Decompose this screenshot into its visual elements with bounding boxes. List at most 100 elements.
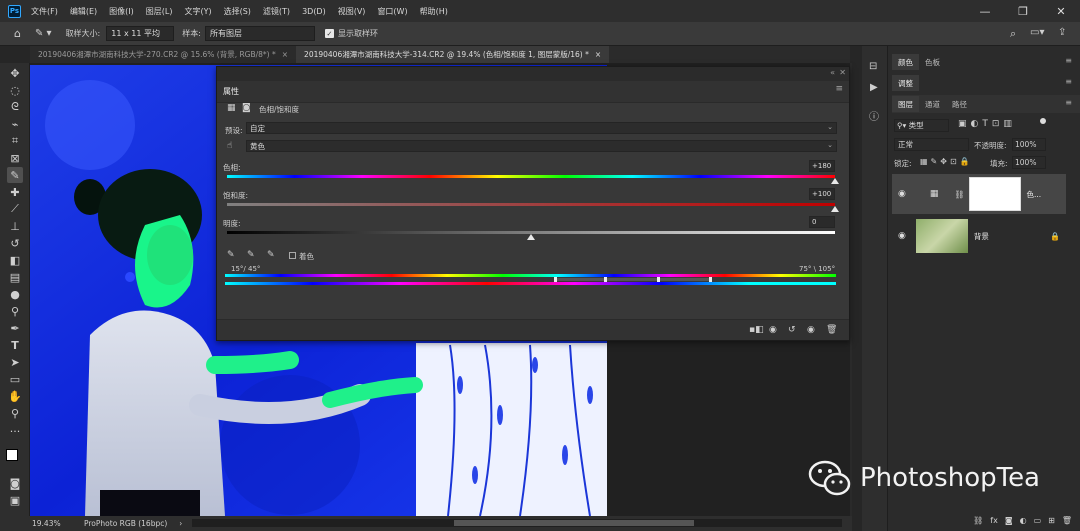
visibility-eye-icon[interactable]: ◉ bbox=[898, 231, 906, 241]
tab-close-icon[interactable]: × bbox=[282, 50, 288, 59]
channel-select[interactable]: 黄色 ⌄ bbox=[246, 140, 837, 152]
targeted-adjust-hand-icon[interactable]: ☝ bbox=[227, 141, 232, 151]
visibility-eye-icon[interactable]: ◉ bbox=[898, 189, 906, 199]
path-select-tool-icon[interactable]: ➤ bbox=[7, 354, 23, 370]
lightness-value-field[interactable]: 0 bbox=[809, 216, 835, 228]
fill-field[interactable]: 100% bbox=[1012, 156, 1046, 169]
hue-slider[interactable] bbox=[227, 175, 839, 184]
brush-tool-icon[interactable]: ⟋ bbox=[7, 201, 23, 217]
view-previous-icon[interactable]: ◉ bbox=[769, 325, 777, 335]
menu-layer[interactable]: 图层(L) bbox=[146, 6, 173, 17]
delete-layer-icon[interactable]: 🗑 bbox=[1062, 516, 1072, 525]
saturation-value-field[interactable]: +100 bbox=[809, 188, 835, 200]
menu-3d[interactable]: 3D(D) bbox=[302, 7, 326, 16]
menu-select[interactable]: 选择(S) bbox=[224, 6, 251, 17]
tab-adjustments[interactable]: 调整 bbox=[892, 75, 919, 91]
lasso-tool-icon[interactable]: ᘓ bbox=[7, 99, 23, 115]
lightness-slider-thumb[interactable] bbox=[527, 234, 535, 240]
foreground-color-swatch[interactable] bbox=[6, 449, 18, 461]
preset-select[interactable]: 自定 ⌄ bbox=[246, 122, 837, 134]
opacity-field[interactable]: 100% bbox=[1012, 138, 1046, 151]
home-icon[interactable]: ⌂ bbox=[14, 27, 21, 40]
pen-tool-icon[interactable]: ✒ bbox=[7, 320, 23, 336]
lightness-slider[interactable] bbox=[227, 231, 835, 240]
sample-select[interactable]: 所有图层 bbox=[204, 26, 315, 41]
tab-close-icon[interactable]: × bbox=[595, 50, 601, 59]
range-slider[interactable] bbox=[554, 277, 712, 282]
layer-name[interactable]: 背景 bbox=[974, 231, 989, 242]
panel-menu-icon[interactable]: ≡ bbox=[835, 84, 843, 94]
new-layer-icon[interactable]: ⊞ bbox=[1048, 516, 1055, 525]
new-adjustment-icon[interactable]: ◐ bbox=[1020, 516, 1027, 525]
layer-filter-icons[interactable]: ▣◐T⊡▥ bbox=[958, 119, 1016, 129]
layer-thumbnail[interactable] bbox=[915, 219, 968, 253]
panel-menu-icon[interactable]: ≡ bbox=[1065, 98, 1072, 107]
menu-view[interactable]: 视图(V) bbox=[338, 6, 366, 17]
tab-document-270[interactable]: 20190406湘潭市湖南科技大学-270.CR2 @ 15.6% (背景, R… bbox=[30, 46, 296, 63]
blend-mode-select[interactable]: 正常 bbox=[894, 138, 969, 151]
layer-mask-thumbnail[interactable] bbox=[968, 177, 1021, 211]
search-icon[interactable]: ⌕ bbox=[1010, 27, 1016, 41]
tab-color[interactable]: 颜色 bbox=[892, 54, 919, 70]
mask-icon[interactable]: ◙ bbox=[242, 103, 251, 113]
tab-channels[interactable]: 通道 bbox=[919, 96, 946, 112]
menu-window[interactable]: 窗口(W) bbox=[377, 6, 407, 17]
menu-type[interactable]: 文字(Y) bbox=[184, 6, 211, 17]
frame-tool-icon[interactable]: ⊠ bbox=[7, 150, 23, 166]
new-group-icon[interactable]: ▭ bbox=[1034, 516, 1042, 525]
menu-help[interactable]: 帮助(H) bbox=[420, 6, 448, 17]
tab-swatches[interactable]: 色板 bbox=[919, 54, 946, 70]
menu-image[interactable]: 图像(I) bbox=[109, 6, 134, 17]
link-layers-icon[interactable]: ⛓ bbox=[973, 516, 983, 525]
sample-size-select[interactable]: 11 x 11 平均 bbox=[106, 26, 175, 41]
hue-value-field[interactable]: +180 bbox=[809, 160, 835, 172]
eyedropper-icon[interactable]: ✎ bbox=[227, 250, 235, 260]
tab-layers[interactable]: 图层 bbox=[892, 96, 919, 112]
blur-tool-icon[interactable]: ● bbox=[7, 286, 23, 302]
move-tool-icon[interactable]: ✥ bbox=[7, 65, 23, 81]
colorize-checkbox[interactable] bbox=[289, 252, 296, 259]
panel-close-icon[interactable]: ✕ bbox=[839, 68, 846, 77]
layer-row-background[interactable]: ◉ 背景 🔒 bbox=[892, 217, 1066, 255]
dodge-tool-icon[interactable]: ⚲ bbox=[7, 303, 23, 319]
link-icon[interactable]: ⛓ bbox=[954, 190, 964, 199]
properties-title[interactable]: 属性 bbox=[223, 86, 239, 97]
history-brush-tool-icon[interactable]: ↺ bbox=[7, 235, 23, 251]
saturation-slider-thumb[interactable] bbox=[831, 206, 839, 212]
delete-icon[interactable]: 🗑 bbox=[826, 325, 837, 335]
zoom-level[interactable]: 19.43% bbox=[32, 519, 72, 528]
add-mask-icon[interactable]: ◙ bbox=[1005, 516, 1013, 525]
minimize-button[interactable]: — bbox=[966, 0, 1004, 22]
maximize-button[interactable]: ❐ bbox=[1004, 0, 1042, 22]
eyedropper-plus-icon[interactable]: ✎ bbox=[247, 250, 255, 260]
panel-menu-icon[interactable]: ≡ bbox=[1065, 77, 1072, 86]
saturation-slider[interactable] bbox=[227, 203, 839, 212]
layer-row-hue-saturation[interactable]: ◉ ▦ ⛓ 色... bbox=[892, 174, 1066, 214]
healing-brush-tool-icon[interactable]: ✚ bbox=[7, 184, 23, 200]
panel-menu-icon[interactable]: ≡ bbox=[1065, 56, 1072, 65]
show-ring-checkbox[interactable]: ✓ bbox=[324, 29, 334, 38]
actions-play-icon[interactable]: ▶ bbox=[870, 82, 878, 93]
tab-paths[interactable]: 路径 bbox=[946, 96, 973, 112]
crop-tool-icon[interactable]: ⌗ bbox=[7, 133, 23, 149]
visibility-icon[interactable]: ◉ bbox=[807, 325, 815, 335]
type-tool-icon[interactable]: T bbox=[7, 337, 23, 353]
workspace-icon[interactable]: ▭▾ bbox=[1030, 27, 1044, 38]
share-icon[interactable]: ⇪ bbox=[1058, 27, 1066, 38]
layer-filter-select[interactable]: ⚲▾ 类型 bbox=[894, 119, 949, 132]
clone-stamp-tool-icon[interactable]: ⊥ bbox=[7, 218, 23, 234]
gradient-tool-icon[interactable]: ▤ bbox=[7, 269, 23, 285]
menu-edit[interactable]: 编辑(E) bbox=[70, 6, 97, 17]
quick-select-tool-icon[interactable]: ⌁ bbox=[7, 116, 23, 132]
reset-icon[interactable]: ↺ bbox=[788, 325, 796, 335]
filter-toggle-icon[interactable] bbox=[1040, 118, 1046, 124]
status-arrow-icon[interactable]: › bbox=[179, 519, 182, 528]
hand-tool-icon[interactable]: ✋ bbox=[7, 388, 23, 404]
info-icon[interactable]: ⓘ bbox=[869, 108, 879, 123]
clip-to-layer-icon[interactable]: ▪◧ bbox=[749, 325, 764, 335]
screen-mode-icon[interactable]: ▣ bbox=[7, 492, 23, 508]
horizontal-scrollbar[interactable] bbox=[192, 519, 842, 527]
history-icon[interactable]: ⊟ bbox=[869, 61, 877, 72]
tab-document-314[interactable]: 20190406湘潭市湖南科技大学-314.CR2 @ 19.4% (色相/饱和… bbox=[296, 46, 610, 63]
menu-filter[interactable]: 滤镜(T) bbox=[263, 6, 290, 17]
